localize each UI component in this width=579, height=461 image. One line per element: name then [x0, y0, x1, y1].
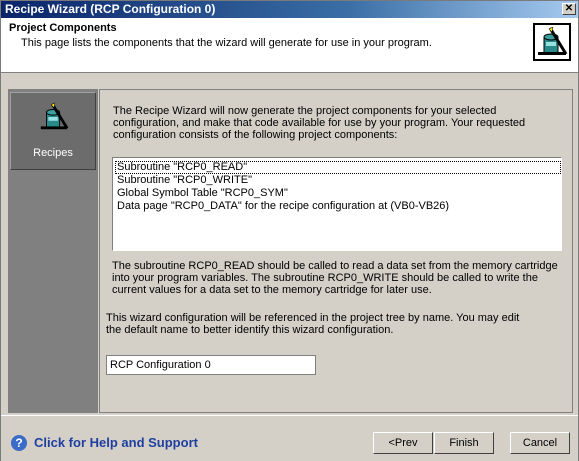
window-title: Recipe Wizard (RCP Configuration 0)	[5, 2, 216, 16]
finish-button[interactable]: Finish	[434, 432, 494, 454]
sidebar-item-label: Recipes	[33, 147, 73, 159]
list-item[interactable]: Data page "RCP0_DATA" for the recipe con…	[115, 200, 559, 213]
intro-text: The Recipe Wizard will now generate the …	[113, 105, 526, 141]
cancel-button[interactable]: Cancel	[510, 432, 570, 454]
list-item[interactable]: Global Symbol Table "RCP0_SYM"	[115, 187, 559, 200]
wizard-icon	[533, 23, 571, 61]
recipe-wizard-window: Recipe Wizard (RCP Configuration 0) ✕ Pr…	[0, 0, 579, 461]
page-header: Project Components This page lists the c…	[1, 18, 578, 73]
page-title: Project Components	[9, 22, 117, 34]
footer: ? Click for Help and Support <Prev Finis…	[1, 415, 578, 461]
recipe-wizard-icon	[38, 101, 70, 133]
help-icon[interactable]: ?	[11, 435, 27, 451]
config-name-input[interactable]	[106, 355, 316, 375]
close-button[interactable]: ✕	[562, 3, 576, 15]
sidebar-item-recipes[interactable]: Recipes	[10, 92, 96, 170]
sidebar: Recipes	[8, 89, 98, 413]
page-subtitle: This page lists the components that the …	[21, 37, 432, 49]
name-note: This wizard configuration will be refere…	[106, 312, 520, 336]
list-item[interactable]: Subroutine "RCP0_READ"	[115, 161, 561, 174]
close-icon: ✕	[564, 3, 574, 14]
list-item[interactable]: Subroutine "RCP0_WRITE"	[115, 174, 559, 187]
title-bar[interactable]: Recipe Wizard (RCP Configuration 0) ✕	[1, 1, 578, 18]
subroutine-note: The subroutine RCP0_READ should be calle…	[112, 260, 558, 296]
components-listbox[interactable]: Subroutine "RCP0_READ" Subroutine "RCP0_…	[112, 157, 562, 251]
prev-button[interactable]: <Prev	[373, 432, 433, 454]
main-panel: The Recipe Wizard will now generate the …	[99, 89, 573, 413]
help-link[interactable]: Click for Help and Support	[34, 435, 198, 451]
